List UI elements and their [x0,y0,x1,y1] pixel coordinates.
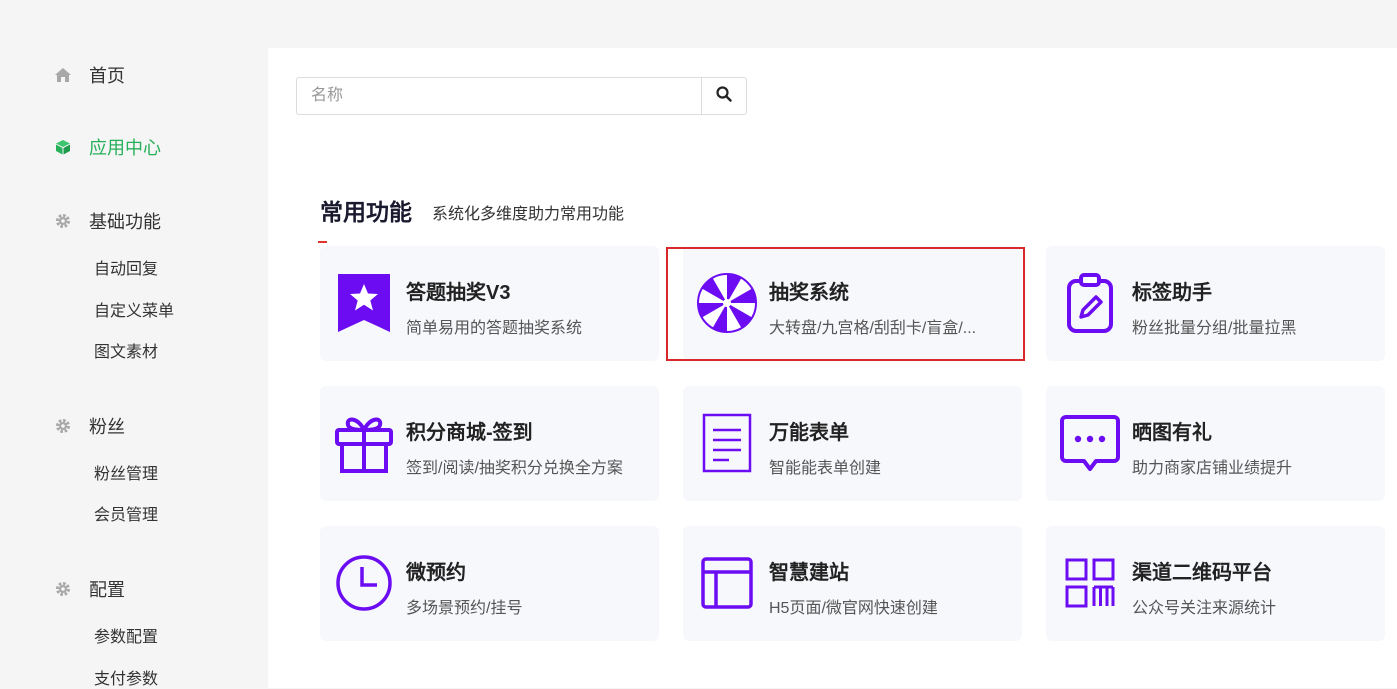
nav-custom-menu[interactable]: 自定义菜单 [94,297,174,321]
card-desc: H5页面/微官网快速创建 [769,600,938,617]
card-title: 抽奖系统 [769,282,849,304]
card-title: 晒图有礼 [1132,422,1212,444]
layout-icon [697,552,757,614]
card-title: 微预约 [406,562,466,584]
nav-fans-manage[interactable]: 粉丝管理 [94,460,158,484]
gift-icon [334,412,394,474]
card-desc: 智能能表单创建 [769,460,882,477]
card-title: 智慧建站 [769,562,849,584]
search-button[interactable] [701,78,746,114]
nav-pay-params[interactable]: 支付参数 [94,665,158,689]
nav-auto-reply[interactable]: 自动回复 [94,255,158,279]
qrcode-icon [1060,552,1120,614]
card-title: 标签助手 [1132,282,1212,304]
home-icon [54,66,72,84]
card-points-mall[interactable]: 积分商城-签到 签到/阅读/抽奖积分兑换全方案 [320,386,659,501]
nav-config-label: 配置 [89,580,125,600]
card-quiz-lottery[interactable]: 答题抽奖V3 简单易用的答题抽奖系统 [320,246,659,361]
card-desc: 签到/阅读/抽奖积分兑换全方案 [406,460,623,477]
sidebar: 首页 应用中心 基础功能 自动回复 自定义菜单 图文素材 粉丝 粉丝管理 会员管… [0,0,268,688]
ribbon-star-icon [334,272,394,334]
nav-param-config[interactable]: 参数配置 [94,623,158,647]
nav-member-manage[interactable]: 会员管理 [94,501,158,525]
card-universal-form[interactable]: 万能表单 智能能表单创建 [683,386,1022,501]
cube-icon [54,138,72,156]
card-tag-assistant[interactable]: 标签助手 粉丝批量分组/批量拉黑 [1046,246,1385,361]
nav-home-label: 首页 [89,66,125,86]
card-title: 渠道二维码平台 [1132,562,1272,584]
nav-media[interactable]: 图文素材 [94,338,158,362]
card-site-builder[interactable]: 智慧建站 H5页面/微官网快速创建 [683,526,1022,641]
card-appointment[interactable]: 微预约 多场景预约/挂号 [320,526,659,641]
main-panel: 常用功能 系统化多维度助力常用功能 答题抽奖V3 简单易用的答题抽奖系统 抽奖系… [268,48,1397,688]
card-desc: 助力商家店铺业绩提升 [1132,460,1293,477]
card-desc: 粉丝批量分组/批量拉黑 [1132,320,1297,337]
card-title: 答题抽奖V3 [406,282,511,304]
card-desc: 公众号关注来源统计 [1132,600,1277,617]
nav-app-center[interactable]: 应用中心 [54,134,161,160]
card-title: 积分商城-签到 [406,422,533,444]
wheel-icon [697,272,757,334]
section-subtitle: 系统化多维度助力常用功能 [432,206,625,223]
card-lottery-system[interactable]: 抽奖系统 大转盘/九宫格/刮刮卡/盲盒/... [683,246,1022,361]
search-icon [716,85,732,107]
card-desc: 简单易用的答题抽奖系统 [406,320,583,337]
nav-basic-label: 基础功能 [89,212,161,232]
nav-fans-label: 粉丝 [89,417,125,437]
card-desc: 多场景预约/挂号 [406,600,523,617]
search-bar [296,77,747,115]
nav-home[interactable]: 首页 [54,62,125,88]
search-input[interactable] [297,78,701,114]
section-title: 常用功能 [320,199,412,225]
card-channel-qrcode[interactable]: 渠道二维码平台 公众号关注来源统计 [1046,526,1385,641]
card-desc: 大转盘/九宫格/刮刮卡/盲盒/... [769,320,977,337]
nav-config[interactable]: 配置 [54,576,125,602]
chat-dots-icon [1060,412,1120,474]
gear-icon [54,580,72,598]
clock-icon [334,552,394,614]
section-underline [318,241,327,243]
card-photo-gift[interactable]: 晒图有礼 助力商家店铺业绩提升 [1046,386,1385,501]
gear-icon [54,417,72,435]
tag-clipboard-icon [1060,272,1120,334]
nav-basic[interactable]: 基础功能 [54,208,161,234]
card-title: 万能表单 [769,422,849,444]
nav-app-center-label: 应用中心 [89,138,161,158]
form-icon [697,412,757,474]
gear-icon [54,212,72,230]
nav-fans[interactable]: 粉丝 [54,413,125,439]
